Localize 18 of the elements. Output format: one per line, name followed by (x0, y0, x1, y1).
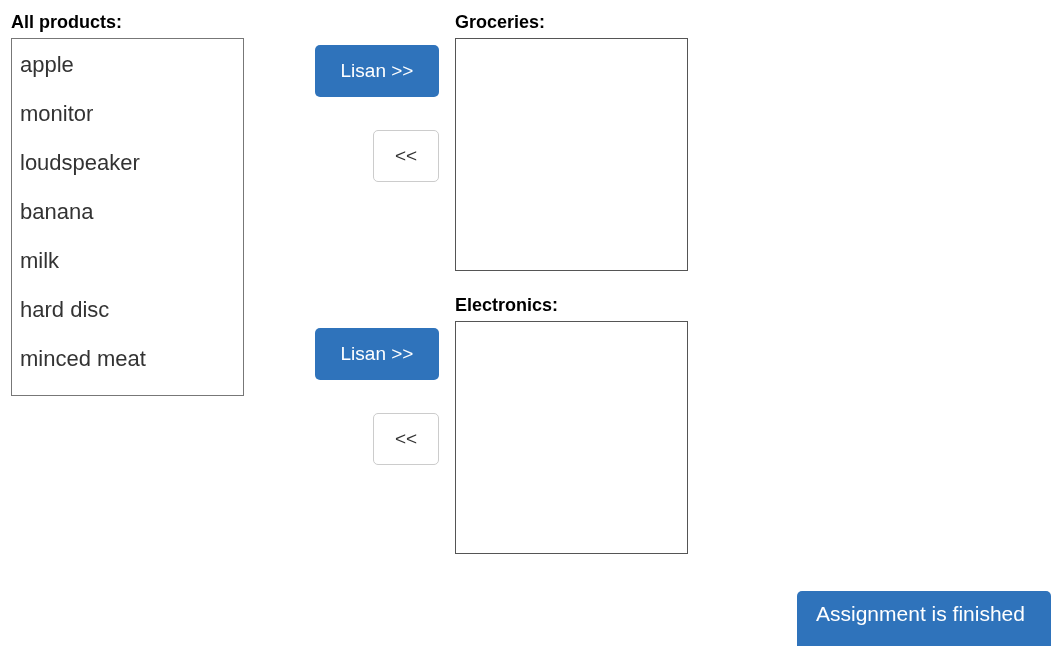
list-label: All products: (11, 11, 123, 34)
category-label: Electronics: (455, 294, 560, 317)
product-item[interactable]: apple (12, 52, 243, 101)
move-right-button[interactable]: Lisan >> (315, 45, 439, 97)
product-item[interactable]: banana (12, 199, 243, 248)
finish-button[interactable]: Assignment is finished (797, 591, 1051, 646)
category-list[interactable] (455, 38, 688, 271)
product-item[interactable]: minced meat (12, 346, 243, 395)
product-item[interactable]: loudspeaker (12, 150, 243, 199)
move-left-button[interactable]: << (373, 130, 439, 182)
product-item[interactable]: hard disc (12, 297, 243, 346)
category-list[interactable] (455, 321, 688, 554)
product-list[interactable]: apple monitor loudspeaker banana milk hard disc minced meat (11, 38, 244, 396)
product-item[interactable]: milk (12, 248, 243, 297)
category-label: Groceries: (455, 11, 547, 34)
product-item[interactable]: monitor (12, 101, 243, 150)
move-right-button[interactable]: Lisan >> (315, 328, 439, 380)
move-left-button[interactable]: << (373, 413, 439, 465)
